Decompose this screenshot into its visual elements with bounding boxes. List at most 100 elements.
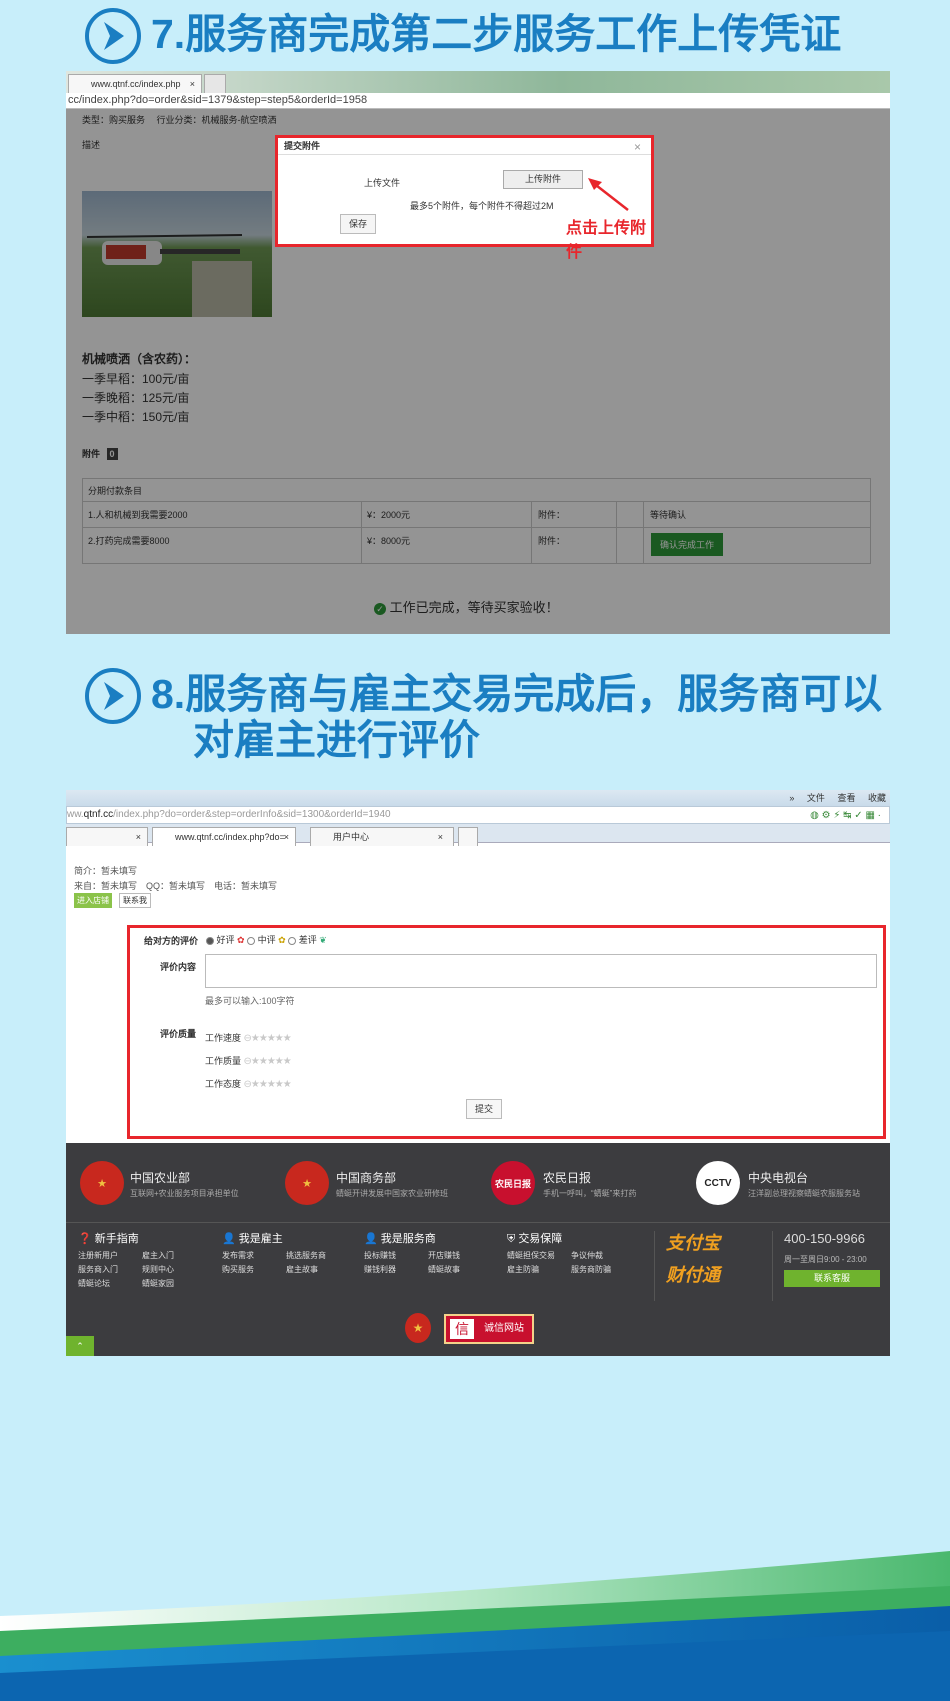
profile-contact: 来自：暂未填写 QQ：暂未填写 电话：暂未填写 xyxy=(74,881,278,891)
browser-tab-active[interactable]: www.qtnf.cc/index.php?do= × xyxy=(152,827,296,846)
close-icon[interactable]: × xyxy=(190,75,195,93)
footer-col-guide: ❓ 新手指南 注册新用户 雇主入门 服务商入门 规则中心 蜻蜓论坛 蜻蜓家园 xyxy=(78,1231,208,1291)
menu-file[interactable]: 文件 xyxy=(807,793,825,803)
star-rating[interactable]: ⊖★★★★★ xyxy=(244,1074,292,1096)
decorative-waves xyxy=(0,1481,950,1701)
address-bar[interactable]: cc/index.php?do=order&sid=1379&step=step… xyxy=(66,93,890,109)
back-to-top-button[interactable]: ⌃ xyxy=(66,1336,94,1356)
site-footer: ★ 中国农业部 互联网+农业服务项目承担单位 ★ 中国商务部 蜻蜓开讲发展中国家… xyxy=(66,1143,890,1356)
alipay-logo: 支付宝 xyxy=(666,1233,720,1253)
footer-col-provider: 👤 我是服务商 投标赚钱 开店赚钱 赚钱利器 蜻蜓故事 xyxy=(364,1231,494,1277)
browser-tabbar: www.qtnf.cc/index.php × xyxy=(66,71,890,93)
menu-bar: » 文件 查看 收藏 xyxy=(66,790,890,806)
rate-options: 好评 ✿ 中评 ✿ 差评 ❦ xyxy=(206,933,327,946)
trusted-site-badge[interactable]: 信 诚信网站 xyxy=(444,1314,534,1344)
footer-link[interactable]: 争议仲裁 xyxy=(571,1249,641,1263)
annotation-text: 点击上传附件 xyxy=(566,220,647,261)
user-icon: 👤 xyxy=(364,1233,378,1245)
step8-heading: 8.服务商与雇主交易完成后，服务商可以 对雇主进行评价 xyxy=(85,668,882,763)
footer-link[interactable]: 挑选服务商 xyxy=(286,1249,350,1263)
service-phone: 400-150-9966 xyxy=(784,1231,865,1246)
close-icon[interactable]: × xyxy=(284,828,289,846)
footer-link[interactable]: 雇主故事 xyxy=(286,1263,350,1277)
content-label: 评价内容 xyxy=(160,962,197,972)
file-label: 上传文件 xyxy=(364,178,401,188)
user-icon: 👤 xyxy=(222,1233,236,1245)
menu-view[interactable]: 查看 xyxy=(837,793,855,803)
quality-list: 工作速度 ⊖★★★★★ 工作质量 ⊖★★★★★ 工作态度 ⊖★★★★★ xyxy=(205,1027,292,1096)
step7-heading: 7.服务商完成第二步服务工作上传凭证 xyxy=(85,8,841,64)
save-button[interactable]: 保存 xyxy=(340,214,376,234)
footer-col-employer: 👤 我是雇主 发布需求 挑选服务商 购买服务 雇主故事 xyxy=(222,1231,352,1277)
quality-row: 工作质量 ⊖★★★★★ xyxy=(205,1050,292,1073)
footer-link[interactable]: 服务商入门 xyxy=(78,1263,142,1277)
step7-title: 7.服务商完成第二步服务工作上传凭证 xyxy=(151,11,842,57)
footer-orgs: ★ 中国农业部 互联网+农业服务项目承担单位 ★ 中国商务部 蜻蜓开讲发展中国家… xyxy=(66,1143,890,1223)
menu-favorites[interactable]: 收藏 xyxy=(868,793,886,803)
police-badge-icon: ★ xyxy=(405,1313,431,1343)
toolbar-icons: ◍ ⚙ ⚡ ↹ ✓ ▦ · xyxy=(810,810,881,821)
review-textarea[interactable] xyxy=(205,954,877,988)
service-hours: 周一至周日9:00 - 23:00 xyxy=(784,1255,867,1264)
arrow-circle-icon xyxy=(85,668,141,724)
cctv-logo-icon: CCTV xyxy=(696,1161,740,1205)
browser-tabbar: × www.qtnf.cc/index.php?do= × 用户中心 × xyxy=(66,824,890,846)
contact-button[interactable]: 联系我 xyxy=(119,893,151,908)
char-limit: 最多可以输入:100字符 xyxy=(205,996,295,1006)
footer-col-security: ⛨ 交易保障 蜻蜓担保交易 争议仲裁 雇主防骗 服务商防骗 xyxy=(507,1231,647,1277)
step7-screenshot: www.qtnf.cc/index.php × cc/index.php?do=… xyxy=(66,71,890,634)
close-icon[interactable]: × xyxy=(634,139,641,155)
radio-neutral[interactable] xyxy=(247,936,256,945)
emblem-icon: ★ xyxy=(80,1161,124,1205)
footer-link[interactable]: 规则中心 xyxy=(142,1263,206,1277)
footer-link[interactable]: 注册新用户 xyxy=(78,1249,142,1263)
profile-intro: 简介：暂未填写 xyxy=(74,866,138,876)
enter-shop-button[interactable]: 进入店铺 xyxy=(74,893,112,908)
footer-link[interactable]: 雇主入门 xyxy=(142,1249,206,1263)
new-tab-button[interactable] xyxy=(458,827,478,846)
close-icon[interactable]: × xyxy=(136,828,141,846)
footer-link[interactable]: 开店赚钱 xyxy=(428,1249,492,1263)
contact-service-button[interactable]: 联系客服 xyxy=(784,1270,880,1287)
annotation-arrow-icon xyxy=(588,178,629,211)
step8-title: 8.服务商与雇主交易完成后，服务商可以 对雇主进行评价 xyxy=(151,671,883,763)
rate-label: 给对方的评价 xyxy=(144,936,199,946)
question-icon: ❓ xyxy=(78,1233,92,1245)
flower-icon: ✿ xyxy=(237,935,245,945)
quality-row: 工作态度 ⊖★★★★★ xyxy=(205,1073,292,1096)
browser-tab[interactable]: × xyxy=(66,827,148,846)
shield-icon: ⛨ xyxy=(507,1233,516,1245)
radio-good[interactable] xyxy=(206,936,214,945)
browser-tab[interactable]: 用户中心 × xyxy=(310,827,454,846)
flower-icon: ✿ xyxy=(278,935,286,945)
new-tab-button[interactable] xyxy=(204,74,226,93)
radio-bad[interactable] xyxy=(288,936,297,945)
footer-link[interactable]: 蜻蜓故事 xyxy=(428,1263,492,1277)
dialog-title: 提交附件 × xyxy=(278,138,651,155)
upload-dialog: 提交附件 × 上传文件 上传附件 最多5个附件，每个附件不得超过2M 保存 点击… xyxy=(275,135,654,261)
upload-hint: 最多5个附件，每个附件不得超过2M xyxy=(410,201,554,211)
footer-link[interactable]: 购买服务 xyxy=(222,1263,286,1277)
step8-screenshot: » 文件 查看 收藏 ww.qtnf.cc/index.php?do=order… xyxy=(66,790,890,1356)
footer-link[interactable]: 发布需求 xyxy=(222,1249,286,1263)
footer-link[interactable]: 投标赚钱 xyxy=(364,1249,428,1263)
newspaper-logo-icon: 农民日报 xyxy=(491,1161,535,1205)
leaf-icon: ❦ xyxy=(319,935,327,945)
footer-link[interactable]: 赚钱利器 xyxy=(364,1263,428,1277)
submit-button[interactable]: 提交 xyxy=(466,1099,502,1119)
address-bar[interactable]: ww.qtnf.cc/index.php?do=order&step=order… xyxy=(66,806,890,824)
footer-link[interactable]: 蜻蜓担保交易 xyxy=(507,1249,571,1263)
more-icon[interactable]: » xyxy=(789,793,794,803)
browser-tab[interactable]: www.qtnf.cc/index.php × xyxy=(68,74,202,93)
footer-link[interactable]: 服务商防骗 xyxy=(571,1263,641,1277)
star-rating[interactable]: ⊖★★★★★ xyxy=(244,1051,292,1073)
footer-link[interactable]: 蜻蜓家园 xyxy=(142,1277,206,1291)
arrow-circle-icon xyxy=(85,8,141,64)
upload-attachment-button[interactable]: 上传附件 xyxy=(503,170,583,189)
footer-link[interactable]: 雇主防骗 xyxy=(507,1263,571,1277)
close-icon[interactable]: × xyxy=(438,828,443,846)
footer-link[interactable]: 蜻蜓论坛 xyxy=(78,1277,142,1291)
quality-label: 评价质量 xyxy=(160,1029,197,1039)
star-rating[interactable]: ⊖★★★★★ xyxy=(244,1028,292,1050)
emblem-icon: ★ xyxy=(285,1161,329,1205)
